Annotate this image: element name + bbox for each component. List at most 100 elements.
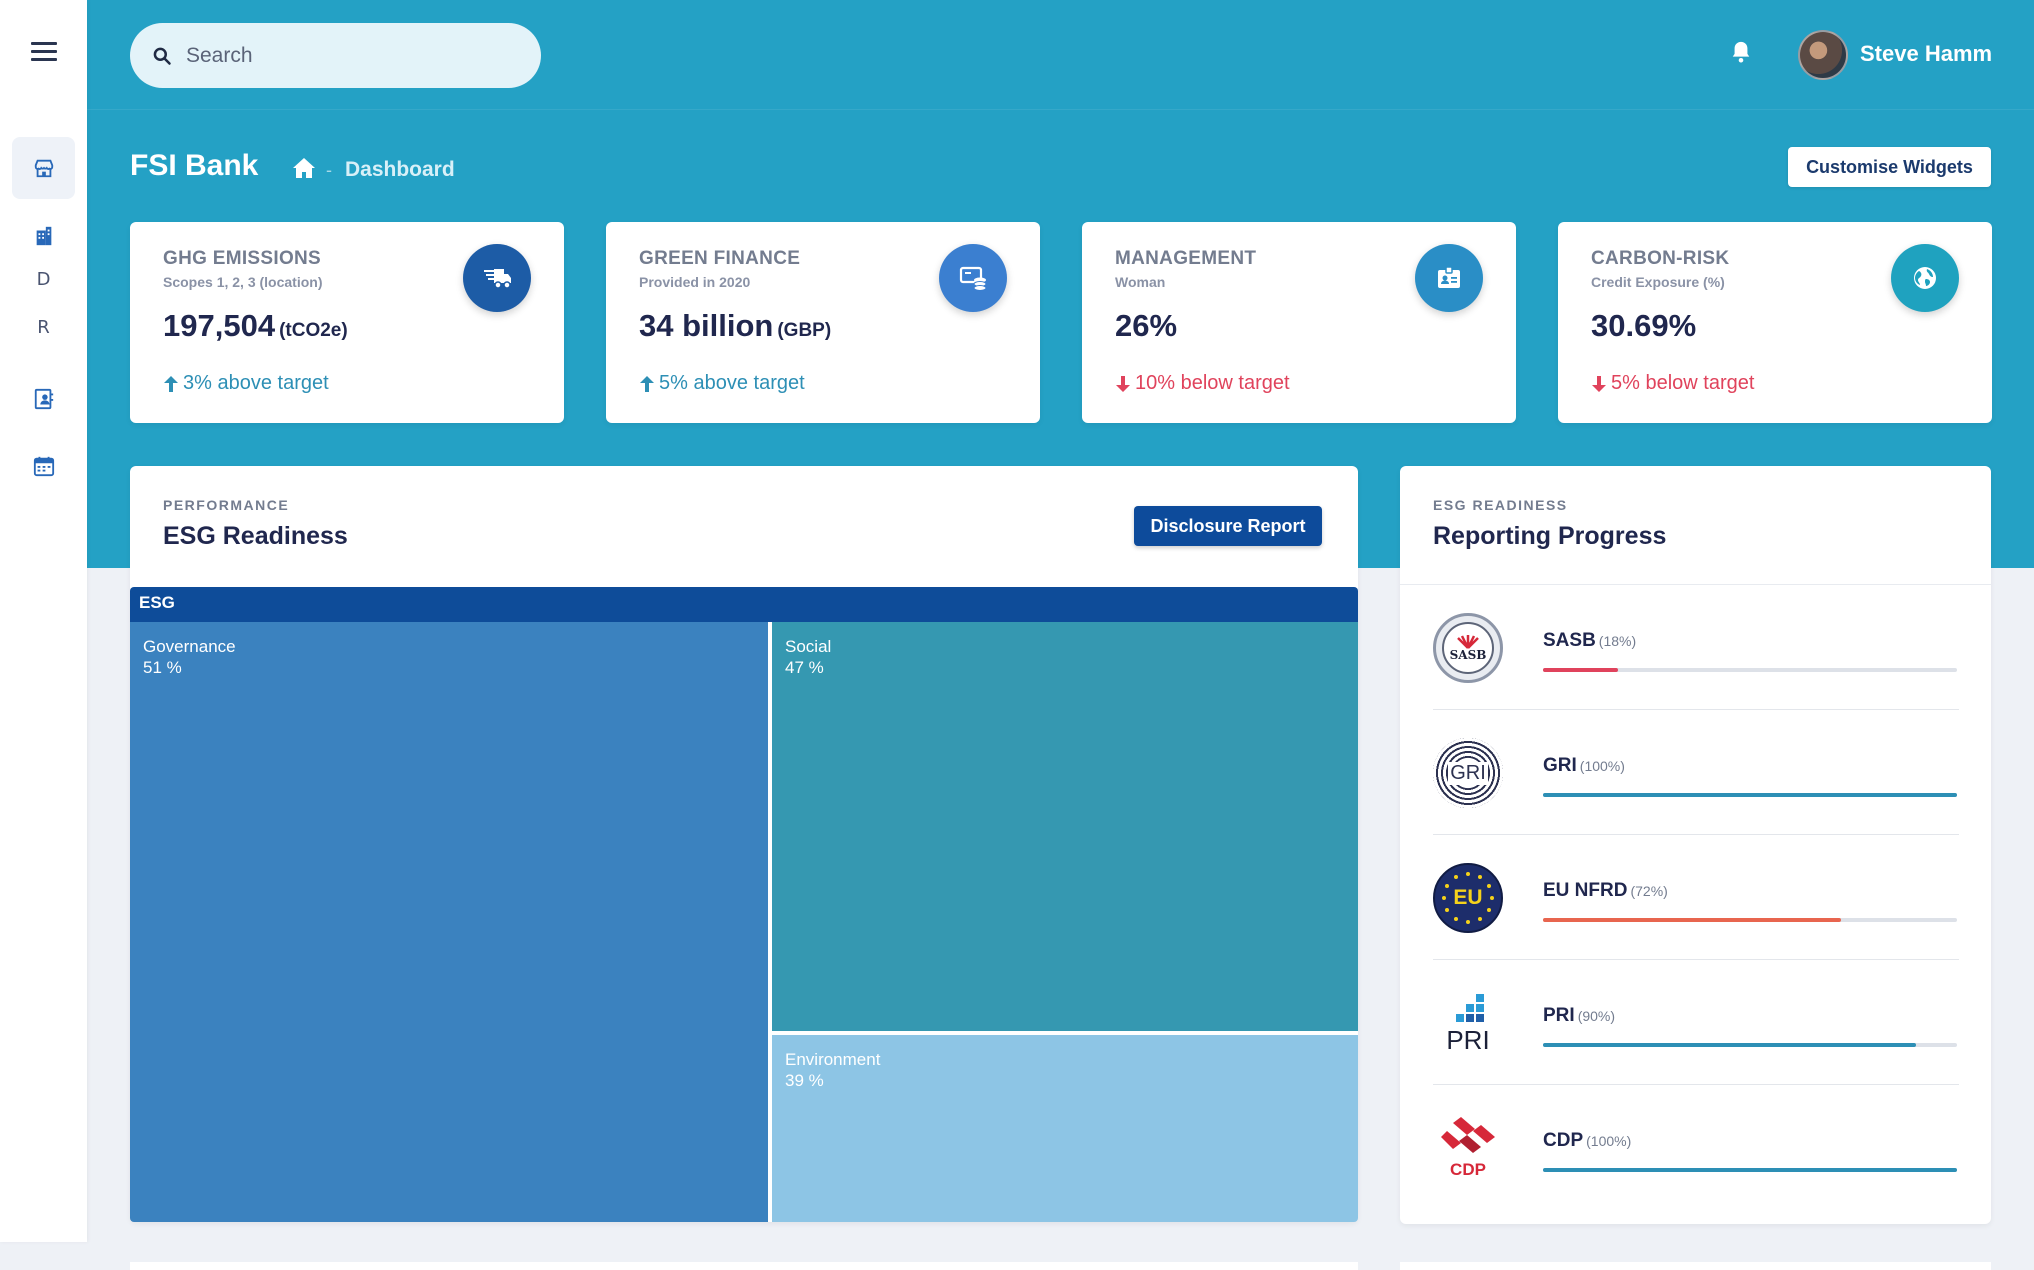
kpi-value-number: 197,504 (163, 308, 276, 343)
sidebar-letter-d: D (36, 268, 51, 290)
reporting-progress-panel: ESG READINESS Reporting Progress SASB SA… (1400, 466, 1991, 1224)
sidebar-item-store[interactable] (12, 137, 75, 199)
treemap-value: 39 % (785, 1071, 824, 1090)
panel-title: ESG Readiness (163, 522, 348, 550)
kpi-unit: (GBP) (777, 320, 832, 341)
sasb-logo-text: SASB (1449, 648, 1487, 662)
menu-icon[interactable] (31, 42, 57, 62)
reporting-row-gri[interactable]: GRI GRI (100%) (1433, 710, 1959, 835)
reporting-label: PRI (90%) (1543, 1005, 1615, 1027)
reporting-name: EU NFRD (1543, 880, 1628, 901)
reporting-row-sasb[interactable]: SASB SASB (18%) (1433, 585, 1959, 710)
treemap-cell-social[interactable]: Social 47 % (772, 622, 1358, 1031)
sidebar-item-contacts[interactable] (12, 368, 75, 430)
kpi-title: MANAGEMENT (1115, 248, 1257, 269)
kpi-value: 34 billion (GBP) (639, 308, 831, 344)
kpi-delta-text: 5% below target (1611, 372, 1755, 394)
kpi-value-number: 34 billion (639, 308, 774, 343)
reporting-name: PRI (1543, 1005, 1575, 1026)
kpi-subtitle: Woman (1115, 274, 1166, 290)
reporting-percent: (90%) (1577, 1008, 1616, 1024)
kpi-value-number: 26% (1115, 308, 1178, 343)
progress-fill (1543, 668, 1618, 672)
user-avatar[interactable] (1798, 30, 1848, 80)
reporting-percent: (100%) (1586, 1133, 1632, 1149)
search-input[interactable] (186, 43, 516, 68)
kpi-delta-text: 3% above target (183, 372, 329, 394)
kpi-card-green-finance[interactable]: GREEN FINANCE Provided in 2020 34 billio… (606, 222, 1040, 423)
disclosure-report-button[interactable]: Disclosure Report (1134, 506, 1322, 546)
kpi-value-number: 30.69% (1591, 308, 1697, 343)
search-icon (153, 47, 171, 65)
kpi-delta: 3% above target (163, 372, 329, 395)
kpi-card-management[interactable]: MANAGEMENT Woman 26% 10% below target (1082, 222, 1516, 423)
treemap-label: Environment (785, 1050, 881, 1069)
sidebar-letter-r: R (37, 316, 50, 338)
breadcrumb-dashboard[interactable]: Dashboard (345, 158, 455, 182)
home-icon[interactable] (292, 157, 316, 184)
kpi-card-ghg-emissions[interactable]: GHG EMISSIONS Scopes 1, 2, 3 (location) … (130, 222, 564, 423)
treemap-cell-governance[interactable]: Governance 51 % (130, 622, 768, 1222)
progress-fill (1543, 1043, 1916, 1047)
treemap-root-esg[interactable]: ESG (130, 587, 1358, 622)
page-title: FSI Bank (130, 149, 259, 182)
kpi-delta: 5% below target (1591, 372, 1754, 395)
kpi-delta-text: 10% below target (1135, 372, 1290, 394)
arrow-down-icon (1116, 375, 1130, 392)
progress-track (1543, 668, 1957, 672)
kpi-value: 26% (1115, 308, 1177, 344)
sidebar-item-building[interactable] (12, 205, 75, 267)
reporting-percent: (100%) (1579, 758, 1625, 774)
notification-bell-icon[interactable] (1730, 40, 1752, 69)
treemap-label: Governance (143, 637, 236, 656)
reporting-row-pri[interactable]: PRI PRI (90%) (1433, 960, 1959, 1085)
progress-track (1543, 918, 1957, 922)
gri-logo: GRI (1433, 738, 1503, 808)
panel-kicker: ESG READINESS (1433, 497, 1568, 513)
progress-fill (1543, 1168, 1957, 1172)
panel-title: Reporting Progress (1433, 522, 1667, 550)
kpi-title: GREEN FINANCE (639, 248, 801, 269)
cdp-logo-text: CDP (1450, 1160, 1486, 1179)
contact-book-icon (34, 388, 53, 410)
kpi-card-carbon-risk[interactable]: CARBON-RISK Credit Exposure (%) 30.69% 5… (1558, 222, 1992, 423)
reporting-label: CDP (100%) (1543, 1130, 1631, 1152)
treemap-value: 47 % (785, 658, 824, 677)
reporting-row-eu-nfrd[interactable]: EU EU NFRD (72%) (1433, 835, 1959, 960)
treemap-cell-environment[interactable]: Environment 39 % (772, 1035, 1358, 1222)
panel-kicker: PERFORMANCE (163, 497, 290, 513)
reporting-name: CDP (1543, 1130, 1584, 1151)
progress-track (1543, 793, 1957, 797)
reporting-label: EU NFRD (72%) (1543, 880, 1668, 902)
kpi-subtitle: Provided in 2020 (639, 274, 751, 290)
next-widget-left (130, 1262, 1358, 1270)
arrow-up-icon (640, 375, 654, 392)
eu-logo: EU (1433, 863, 1503, 933)
kpi-value: 30.69% (1591, 308, 1696, 344)
kpi-title: CARBON-RISK (1591, 248, 1730, 269)
sidebar-item-d[interactable]: D (12, 259, 75, 299)
sidebar-item-r[interactable]: R (12, 307, 75, 347)
progress-fill (1543, 793, 1957, 797)
progress-track (1543, 1168, 1957, 1172)
customise-widgets-button[interactable]: Customise Widgets (1788, 147, 1991, 187)
arrow-down-icon (1592, 375, 1606, 392)
building-icon (36, 226, 51, 246)
reporting-percent: (72%) (1630, 883, 1668, 899)
sidebar: D R (0, 0, 87, 1242)
kpi-delta: 10% below target (1115, 372, 1290, 395)
user-name[interactable]: Steve Hamm (1860, 41, 1992, 67)
kpi-delta-text: 5% above target (659, 372, 805, 394)
reporting-name: SASB (1543, 630, 1596, 651)
reporting-label: SASB (18%) (1543, 630, 1636, 652)
cash-stack-icon (939, 244, 1007, 312)
kpi-subtitle: Scopes 1, 2, 3 (location) (163, 274, 323, 290)
pri-logo-text: PRI (1446, 1025, 1490, 1055)
pri-logo: PRI (1433, 988, 1503, 1058)
sidebar-item-calendar[interactable] (12, 435, 75, 497)
treemap-value: 51 % (143, 658, 182, 677)
reporting-row-cdp[interactable]: CDP CDP (100%) (1433, 1085, 1959, 1210)
search-box[interactable] (130, 23, 541, 88)
sasb-logo: SASB (1433, 613, 1503, 683)
breadcrumb-separator: - (326, 160, 332, 180)
